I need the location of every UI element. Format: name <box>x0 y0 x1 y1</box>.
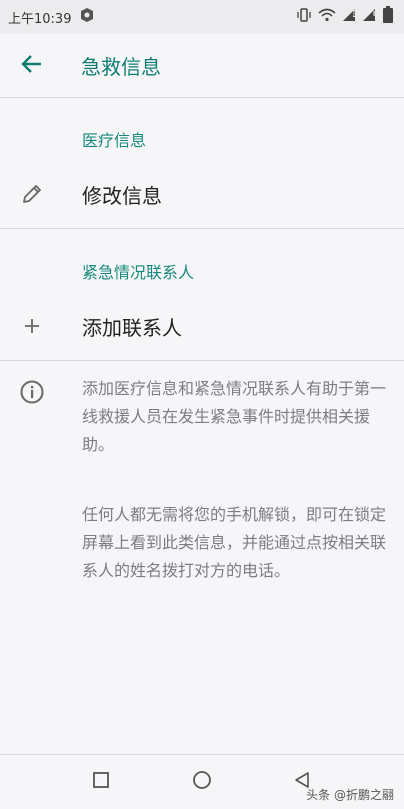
divider <box>0 228 404 229</box>
status-bar: 上午10:39 <box>0 0 404 34</box>
vibrate-icon <box>296 7 312 27</box>
signal-icon <box>342 7 356 27</box>
section-header-emergency-contacts: 紧急情况联系人 <box>82 263 195 282</box>
notification-app-icon <box>79 7 95 27</box>
square-icon <box>92 771 110 793</box>
plus-icon <box>0 316 64 336</box>
back-button[interactable] <box>0 34 64 98</box>
info-icon <box>19 379 45 409</box>
divider <box>0 360 404 361</box>
status-time: 上午10:39 <box>8 11 72 27</box>
edit-info-label: 修改信息 <box>82 183 162 208</box>
signal-icon-2 <box>362 7 376 27</box>
edit-info-row[interactable]: 修改信息 <box>0 162 404 226</box>
home-button[interactable] <box>172 755 232 809</box>
section-header-medical: 医疗信息 <box>82 131 147 150</box>
app-bar: 急救信息 <box>0 34 404 98</box>
watermark: 头条 @折鹏之翮 <box>306 786 394 803</box>
info-paragraph-1: 添加医疗信息和紧急情况联系人有助于第一线救援人员在发生紧急事件时提供相关援助。 <box>82 379 387 454</box>
page-title: 急救信息 <box>81 55 161 79</box>
watermark-text: 头条 @折鹏之翮 <box>306 788 394 802</box>
battery-icon <box>382 6 394 28</box>
info-paragraph-2: 任何人都无需将您的手机解锁，即可在锁定屏幕上看到此类信息，并能通过点按相关联系人… <box>82 505 387 580</box>
add-contact-label: 添加联系人 <box>82 315 182 340</box>
circle-icon <box>192 770 212 794</box>
navigation-bar: 头条 @折鹏之翮 <box>0 754 404 809</box>
recents-button[interactable] <box>71 755 131 809</box>
arrow-back-icon <box>21 53 43 79</box>
add-contact-row[interactable]: 添加联系人 <box>0 294 404 358</box>
pencil-icon <box>0 183 64 205</box>
wifi-icon <box>318 7 336 27</box>
